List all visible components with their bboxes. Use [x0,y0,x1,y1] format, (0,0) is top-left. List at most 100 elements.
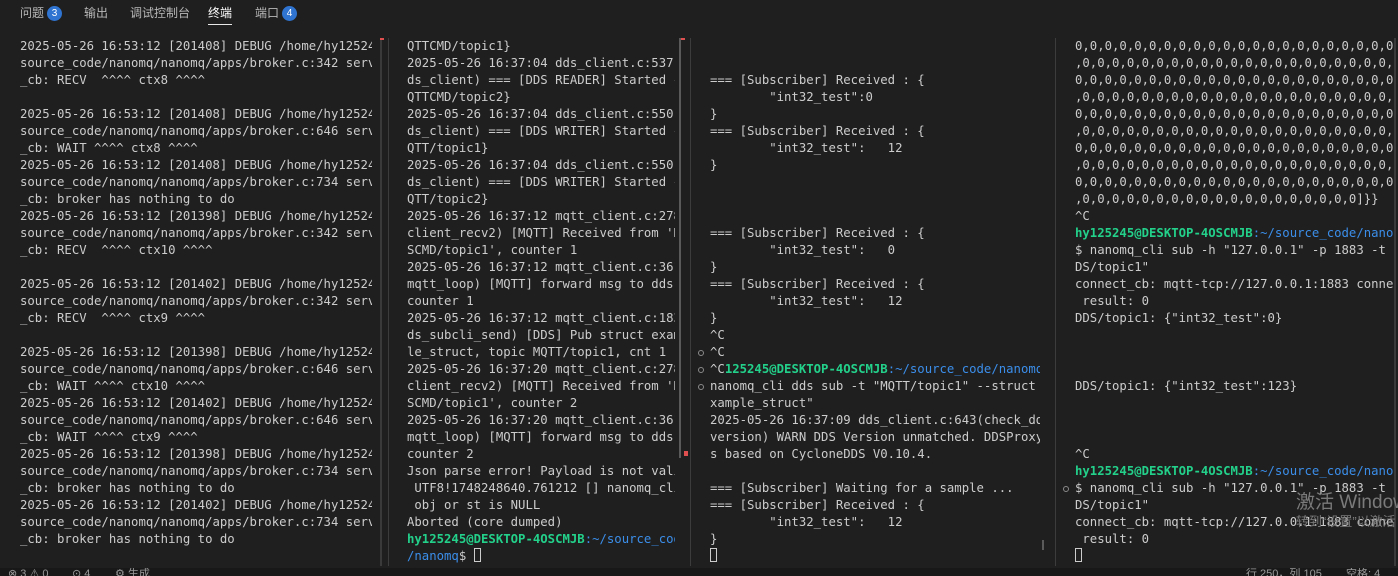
terminal-line: ,0,0,0,0,0,0,0,0,0,0,0,0,0,0,0,0,0,0,0]}… [1075,192,1379,206]
terminal-line: 0,0,0,0,0,0,0,0,0,0,0,0,0,0,0,0,0,0,0,0,… [1075,141,1393,155]
prompt-path: :~/source_code/nanomq [1252,464,1393,478]
terminal-line: 2025-05-26 16:53:12 [201398] DEBUG /home… [20,345,372,359]
scrollbar-error-marker [684,451,688,456]
terminal-line: source_code/nanomq/nanomq/apps/broker.c:… [20,464,372,478]
terminal-line: result: 0 [1075,532,1150,546]
terminal-pane-dds-proxy[interactable]: QTTCMD/topic1} 2025-05-26 16:37:04 dds_cl… [407,38,675,566]
tab-output[interactable]: 输出 [84,6,108,24]
command-decoration-icon[interactable] [698,384,704,390]
windows-activation-watermark: 激活 Windows 转到“设置”以激活 [1296,492,1398,530]
terminal-scrollbar[interactable] [1394,38,1396,566]
terminal-line: ds_client) === [DDS WRITER] Started {M [407,175,675,189]
terminal-line: 2025-05-26 16:37:12 mqtt_client.c:183(d [407,311,675,325]
terminal-cursor [710,548,717,562]
terminal-line: counter 1 [407,294,474,308]
terminal-line: 2025-05-26 16:37:09 dds_client.c:643(che… [710,413,1040,427]
terminal-line: DS/topic1" [1075,260,1150,274]
terminal-line: QTTCMD/topic2} [407,90,511,104]
command-decoration-icon[interactable] [698,367,704,373]
terminal-line: counter 2 [407,447,474,461]
tab-debug-console[interactable]: 调试控制台 [130,6,190,24]
prompt-line: hy125245@DESKTOP-4OSCMJB:~/source_code [407,531,675,548]
status-problems[interactable]: ⊗ 3 ⚠ 0 [8,568,48,576]
terminal-line: source_code/nanomq/nanomq/apps/broker.c:… [20,226,372,240]
terminal-line: ^C [710,328,725,342]
terminal-line: 2025-05-26 16:37:04 dds_client.c:550(d [407,107,675,121]
tab-label: 调试控制台 [130,6,191,20]
terminal-line: 0,0,0,0,0,0,0,0,0,0,0,0,0,0,0,0,0,0,0,0,… [1075,107,1393,121]
terminal-line: "int32_test": 0 [710,243,896,257]
terminal-line: ^C [1075,447,1090,461]
terminal-line: obj or st is NULL [407,498,541,512]
terminal-line: === [Subscriber] Received : { [710,226,925,240]
prompt-line [710,548,1040,565]
terminal-line: QTT/topic1} [407,141,489,155]
tab-terminal[interactable]: 终端 [208,6,233,25]
terminal-line: 2025-05-26 16:53:12 [201408] DEBUG /home… [20,107,372,121]
tab-label: 问题 [20,6,45,20]
terminal-line: 2025-05-26 16:53:12 [201398] DEBUG /home… [20,447,372,461]
pane-divider[interactable] [1055,38,1056,566]
terminal-line: } [710,107,718,121]
terminal-line: result: 0 [1075,294,1150,308]
terminal-line: _cb: RECV ^^^^ ctx10 ^^^^ [20,243,213,257]
terminal-line: === [Subscriber] Received : { [710,498,925,512]
terminal-scrollbar[interactable] [679,38,681,458]
terminal-scrollbar[interactable] [380,38,382,566]
terminal-line: === [Subscriber] Received : { [710,277,925,291]
terminal-line: source_code/nanomq/nanomq/apps/broker.c:… [20,56,372,70]
prompt-user: hy125245@DESKTOP-4OSCMJB [1075,464,1253,478]
terminal-line: ds_subcli_send) [DDS] Pub struct examp [407,328,675,342]
terminal-line: _cb: WAIT ^^^^ ctx8 ^^^^ [20,141,198,155]
status-ports[interactable]: ⊙ 4 [72,568,90,576]
status-bar: ⊗ 3 ⚠ 0 ⊙ 4 ⚙ 生成 行 250，列 105 空格: 4 [0,568,1398,576]
command-decoration-icon[interactable] [1063,486,1069,492]
terminal-scrollbar[interactable] [1042,540,1044,550]
status-cursor-position[interactable]: 行 250，列 105 [1246,568,1322,576]
terminal-line: source_code/nanomq/nanomq/apps/broker.c:… [20,124,372,138]
terminal-pane-mqtt-subscriber[interactable]: 0,0,0,0,0,0,0,0,0,0,0,0,0,0,0,0,0,0,0,0,… [1075,38,1393,566]
terminal-line: version) WARN DDS Version unmatched. DDS… [710,430,1040,444]
tab-problems[interactable]: 问题 3 [20,6,63,24]
terminal-cursor [473,548,481,562]
pane-divider[interactable] [388,38,389,566]
terminal-line: DDS/topic1: {"int32_test":123} [1075,379,1298,393]
terminal-line: QTTCMD/topic1} [407,39,511,53]
prompt-line: hy125245@DESKTOP-4OSCMJB:~/source_code/n… [1075,463,1393,480]
tab-label: 终端 [208,6,233,20]
command-decoration-icon[interactable] [698,350,704,356]
terminal-line: _cb: RECV ^^^^ ctx9 ^^^^ [20,311,206,325]
tab-ports[interactable]: 端口 4 [255,6,298,24]
terminal-line: le_struct, topic MQTT/topic1, cnt 1 [407,345,667,359]
terminal-pane-broker[interactable]: 2025-05-26 16:53:12 [201408] DEBUG /home… [20,38,372,566]
prompt-user: hy125245@DESKTOP-4OSCMJB [407,532,585,546]
problems-count-badge: 3 [47,6,63,21]
tab-label: 端口 [255,6,280,20]
terminal-line: ds_client) === [DDS WRITER] Started {M [407,124,675,138]
terminal-line: ^C [710,345,725,359]
pane-divider[interactable] [690,38,691,566]
terminal-line: UTF8!1748248640.761212 [] nanomq_cli: [407,481,675,495]
terminal-line: 2025-05-26 16:37:20 mqtt_client.c:361( [407,413,675,427]
terminal-line: "int32_test": 12 [710,141,903,155]
terminal-line: _cb: WAIT ^^^^ ctx10 ^^^^ [20,379,206,393]
terminal-line: 2025-05-26 16:53:12 [201408] DEBUG /home… [20,158,372,172]
terminal-line: nanomq_cli dds sub -t "MQTT/topic1" --st… [710,379,1040,393]
status-build[interactable]: ⚙ 生成 [115,568,150,576]
terminal-pane-dds-subscriber[interactable]: === [Subscriber] Received : { "int32_tes… [710,38,1040,566]
terminal-line: 2025-05-26 16:37:20 mqtt_client.c:278( [407,362,675,376]
status-indentation[interactable]: 空格: 4 [1346,568,1380,576]
watermark-title: 激活 Windows [1296,492,1398,513]
terminal-line: $ nanomq_cli sub -h "127.0.0.1" -p 1883 … [1075,243,1393,257]
terminal-line: 0,0,0,0,0,0,0,0,0,0,0,0,0,0,0,0,0,0,0,0,… [1075,39,1393,53]
ports-count-badge: 4 [282,6,298,21]
terminal-line: SCMD/topic1', counter 2 [407,396,578,410]
terminal-line: } [710,532,718,546]
terminal-line: mqtt_loop) [MQTT] forward msg to dds, [407,430,675,444]
ctrl-c: ^C [710,362,725,376]
